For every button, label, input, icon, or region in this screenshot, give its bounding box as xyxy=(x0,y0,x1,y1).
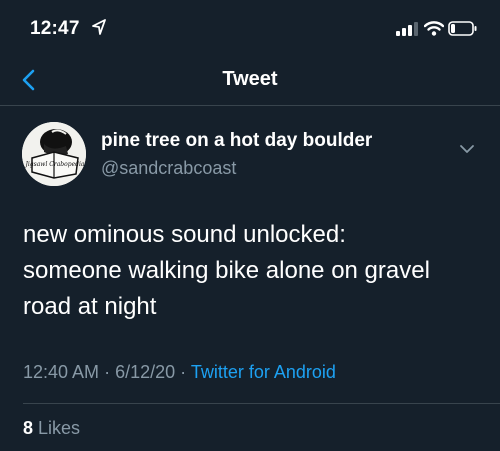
meta-separator: · xyxy=(104,362,111,382)
tweet-time: 12:40 AM xyxy=(23,362,100,382)
chevron-down-icon[interactable] xyxy=(456,138,478,160)
author-handle[interactable]: @sandcrabcoast xyxy=(101,158,236,179)
tweet-source-link[interactable]: Twitter for Android xyxy=(191,362,336,382)
tweet-text-line: new ominous sound unlocked: xyxy=(23,221,346,248)
divider xyxy=(23,403,500,404)
status-time: 12:47 xyxy=(30,18,80,39)
tweet-text-line: road at night xyxy=(23,293,157,320)
tweet-text-line: someone walking bike alone on gravel xyxy=(23,257,430,284)
page-title: Tweet xyxy=(222,68,278,90)
cellular-signal-icon xyxy=(396,22,418,41)
likes-label: Likes xyxy=(38,418,81,438)
nav-bar: Tweet xyxy=(0,55,500,106)
tweet-meta: 12:40 AM · 6/12/20 · Twitter for Android xyxy=(23,362,336,383)
author-name[interactable]: pine tree on a hot day boulder xyxy=(101,130,372,152)
avatar[interactable]: Jigsawl Crabopedia xyxy=(22,122,86,186)
likes-count: 8 xyxy=(23,418,34,438)
status-bar: 12:47 xyxy=(0,0,500,50)
meta-separator: · xyxy=(180,362,187,382)
avatar-text: Jigsawl Crabopedia xyxy=(23,161,84,168)
tweet-header: Jigsawl Crabopedia pine tree on a hot da… xyxy=(0,110,500,190)
wifi-icon xyxy=(423,20,445,41)
location-arrow-icon xyxy=(92,19,106,40)
tweet-text: new ominous sound unlocked: someone walk… xyxy=(23,217,483,325)
likes-stat[interactable]: 8 Likes xyxy=(23,418,80,439)
battery-icon xyxy=(448,21,478,41)
avatar-illustration: Jigsawl Crabopedia xyxy=(22,122,86,186)
tweet-date: 6/12/20 xyxy=(115,362,176,382)
